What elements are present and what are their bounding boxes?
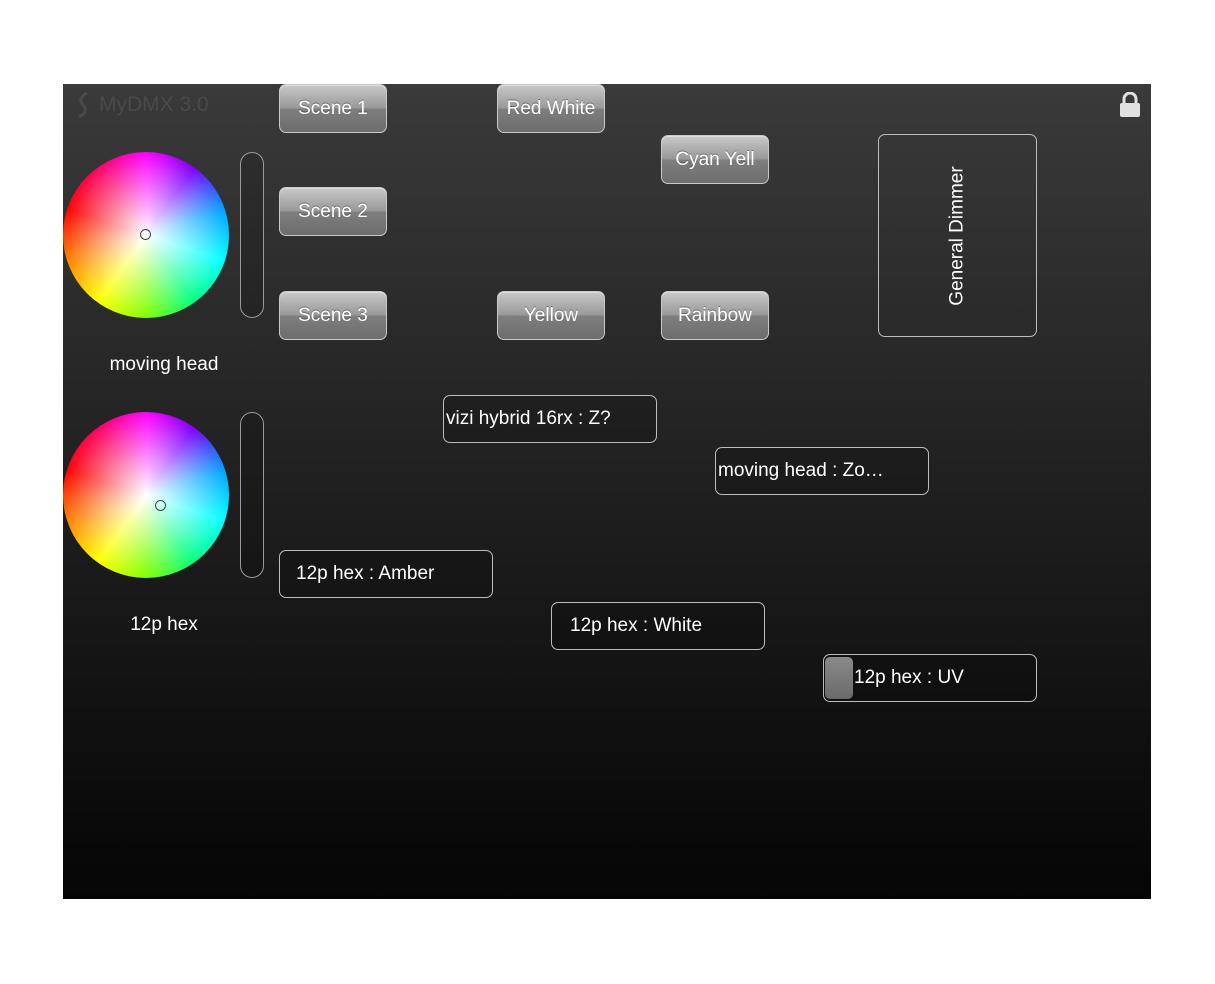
fader-label: moving head : Zo… (718, 460, 884, 481)
intensity-slider-12p-hex[interactable] (240, 412, 264, 578)
fader-label: 12p hex : Amber (296, 563, 435, 584)
color-wheel-moving-head[interactable] (63, 152, 229, 318)
scene-button-scene-1[interactable]: Scene 1 (279, 84, 387, 133)
lock-icon[interactable] (1119, 92, 1141, 118)
fader-label: 12p hex : UV (854, 667, 964, 688)
general-dimmer-label: General Dimmer (946, 165, 968, 306)
fader-label: 12p hex : White (570, 615, 703, 636)
app-logo: MyDMX 3.0 (73, 88, 209, 122)
fader-label: vizi hybrid 16rx : Z? (446, 408, 611, 429)
scene-button-rainbow[interactable]: Rainbow (661, 291, 769, 340)
app-title: MyDMX 3.0 (99, 93, 209, 116)
fader-12p-hex-amber[interactable]: 12p hex : Amber (279, 550, 493, 598)
color-wheel-handle[interactable] (140, 229, 151, 240)
app-window: MyDMX 3.0 moving head 12p hex Scene 1 Sc… (63, 84, 1151, 899)
color-wheel-12p-hex[interactable] (63, 412, 229, 578)
color-wheel-handle[interactable] (155, 500, 166, 511)
mydmx-logo-icon (78, 91, 88, 119)
fader-vizi-hybrid-zoom[interactable]: vizi hybrid 16rx : Z? (443, 395, 657, 443)
intensity-slider-moving-head[interactable] (240, 152, 264, 318)
fader-12p-hex-uv[interactable]: 12p hex : UV (823, 654, 1037, 702)
fader-12p-hex-white[interactable]: 12p hex : White (551, 602, 765, 650)
scene-button-cyan-yell[interactable]: Cyan Yell (661, 135, 769, 184)
fixture-label-moving-head: moving head (109, 354, 219, 375)
scene-button-yellow[interactable]: Yellow (497, 291, 605, 340)
scene-button-red-white[interactable]: Red White (497, 84, 605, 133)
scene-button-scene-3[interactable]: Scene 3 (279, 291, 387, 340)
scene-button-scene-2[interactable]: Scene 2 (279, 187, 387, 236)
fader-moving-head-zoom[interactable]: moving head : Zo… (715, 447, 929, 495)
general-dimmer-fader[interactable]: General Dimmer (878, 134, 1037, 337)
fixture-label-12p-hex: 12p hex (130, 614, 198, 635)
fader-knob[interactable] (825, 657, 853, 699)
